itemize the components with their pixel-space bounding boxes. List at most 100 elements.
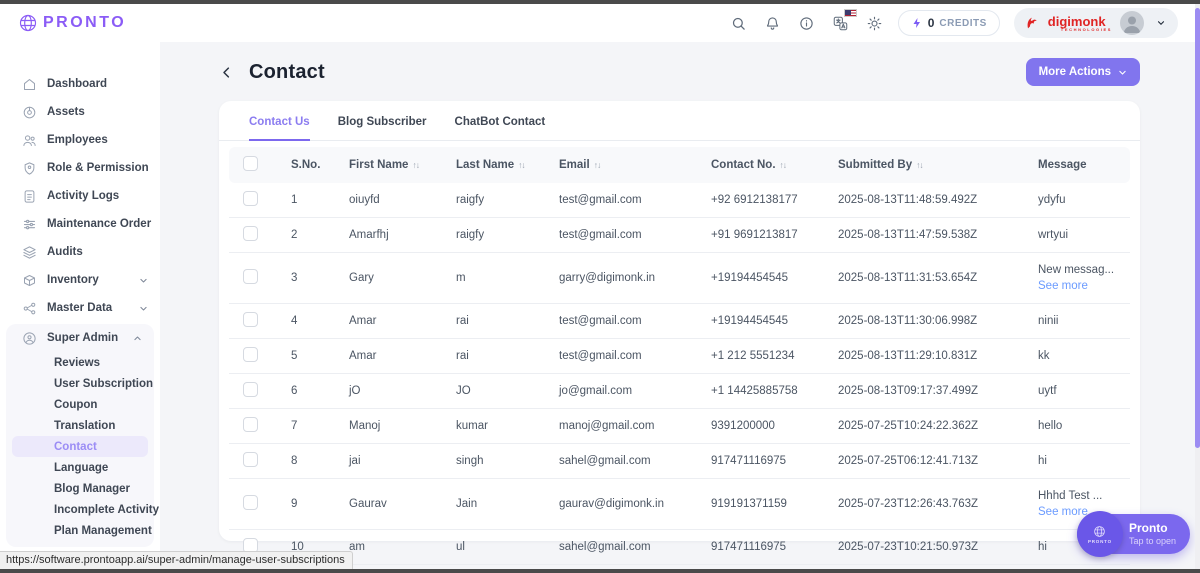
sidebar-item-maintenance-order[interactable]: Maintenance Order bbox=[0, 210, 160, 238]
cell-message: hello bbox=[1024, 409, 1130, 444]
more-actions-button[interactable]: More Actions bbox=[1026, 58, 1140, 86]
row-checkbox[interactable] bbox=[243, 382, 258, 397]
us-flag-badge bbox=[844, 9, 857, 17]
row-select-cell bbox=[229, 479, 277, 530]
row-checkbox[interactable] bbox=[243, 269, 258, 284]
see-more-link[interactable]: See more bbox=[1038, 280, 1122, 292]
sidebar-subitem-blog-manager[interactable]: Blog Manager bbox=[12, 478, 148, 499]
cell-last-name: singh bbox=[442, 444, 545, 479]
pronto-globe-icon bbox=[1093, 525, 1106, 538]
row-select-cell bbox=[229, 339, 277, 374]
bell-icon[interactable] bbox=[764, 14, 782, 32]
back-button[interactable] bbox=[219, 63, 237, 81]
chat-logo[interactable]: PRONTO bbox=[1077, 511, 1123, 557]
sidebar-item-assets[interactable]: Assets bbox=[0, 98, 160, 126]
maintenance-icon bbox=[22, 217, 37, 232]
sidebar-item-super-admin[interactable]: Super Admin bbox=[6, 324, 154, 352]
scrollbar-thumb[interactable] bbox=[1195, 8, 1200, 448]
sidebar-item-dashboard[interactable]: Dashboard bbox=[0, 70, 160, 98]
cell-submitted: 2025-07-25T10:24:22.362Z bbox=[824, 409, 1024, 444]
cell-last-name: rai bbox=[442, 339, 545, 374]
sidebar-item-activity-logs[interactable]: Activity Logs bbox=[0, 182, 160, 210]
sidebar-subitem-user-subscription[interactable]: User Subscription bbox=[12, 373, 148, 394]
sidebar-item-inventory[interactable]: Inventory bbox=[0, 266, 160, 294]
cell-email: sahel@gmail.com bbox=[545, 530, 697, 565]
cell-last-name: rai bbox=[442, 304, 545, 339]
sort-icon[interactable]: ↑↓ bbox=[916, 160, 923, 170]
column-header[interactable]: Email↑↓ bbox=[545, 147, 697, 183]
cell-email: sahel@gmail.com bbox=[545, 444, 697, 479]
column-header[interactable]: Last Name↑↓ bbox=[442, 147, 545, 183]
chat-launcher[interactable]: Pronto Tap to open PRONTO bbox=[1077, 513, 1190, 555]
employees-icon bbox=[22, 133, 37, 148]
sidebar-subitem-plan-management[interactable]: Plan Management bbox=[12, 520, 148, 541]
table-row: 3Garymgarry@digimonk.in+191944545452025-… bbox=[229, 253, 1130, 304]
chevron-left-icon bbox=[219, 65, 234, 80]
sidebar-item-master-data[interactable]: Master Data bbox=[0, 294, 160, 322]
avatar[interactable] bbox=[1120, 11, 1144, 35]
sidebar-subitem-language[interactable]: Language bbox=[12, 457, 148, 478]
sidebar-subitem-translation[interactable]: Translation bbox=[12, 415, 148, 436]
main-content: Contact More Actions Contact UsBlog Subs… bbox=[160, 42, 1200, 569]
column-header[interactable]: First Name↑↓ bbox=[335, 147, 442, 183]
column-header: Message bbox=[1024, 147, 1130, 183]
select-all-checkbox[interactable] bbox=[243, 156, 258, 171]
app-logo[interactable]: PRONTO bbox=[18, 13, 126, 33]
cell-first-name: jO bbox=[335, 374, 442, 409]
cell-submitted: 2025-08-13T11:30:06.998Z bbox=[824, 304, 1024, 339]
info-icon[interactable] bbox=[798, 14, 816, 32]
superadmin-icon bbox=[22, 331, 37, 346]
row-checkbox[interactable] bbox=[243, 495, 258, 510]
column-header[interactable]: Contact No.↑↓ bbox=[697, 147, 824, 183]
table-row: 7Manojkumarmanoj@gmail.com93912000002025… bbox=[229, 409, 1130, 444]
cell-message: uytf bbox=[1024, 374, 1130, 409]
cell-sno: 6 bbox=[277, 374, 335, 409]
logo-text: PRONTO bbox=[43, 14, 126, 32]
sidebar-item-employees[interactable]: Employees bbox=[0, 126, 160, 154]
cell-first-name: Amar bbox=[335, 339, 442, 374]
cell-email: test@gmail.com bbox=[545, 218, 697, 253]
tab-chatbot-contact[interactable]: ChatBot Contact bbox=[455, 116, 546, 141]
tab-contact-us[interactable]: Contact Us bbox=[249, 116, 310, 141]
row-checkbox[interactable] bbox=[243, 452, 258, 467]
tab-blog-subscriber[interactable]: Blog Subscriber bbox=[338, 116, 427, 141]
theme-icon[interactable] bbox=[866, 14, 884, 32]
cell-submitted: 2025-08-13T11:31:53.654Z bbox=[824, 253, 1024, 304]
table-row: 2Amarfhjraigfytest@gmail.com+91 96912138… bbox=[229, 218, 1130, 253]
cell-email: test@gmail.com bbox=[545, 304, 697, 339]
translate-icon[interactable] bbox=[832, 14, 850, 32]
sidebar-subitem-contact[interactable]: Contact bbox=[12, 436, 148, 457]
cell-last-name: kumar bbox=[442, 409, 545, 444]
cell-sno: 9 bbox=[277, 479, 335, 530]
column-header[interactable]: Submitted By↑↓ bbox=[824, 147, 1024, 183]
sort-icon[interactable]: ↑↓ bbox=[412, 160, 419, 170]
row-checkbox[interactable] bbox=[243, 417, 258, 432]
row-checkbox[interactable] bbox=[243, 312, 258, 327]
sidebar-subitem-reviews[interactable]: Reviews bbox=[12, 352, 148, 373]
sidebar-subitem-incomplete-activity[interactable]: Incomplete Activity bbox=[12, 499, 148, 520]
credits-badge[interactable]: 0 CREDITS bbox=[898, 10, 1000, 36]
column-header: S.No. bbox=[277, 147, 335, 183]
sort-icon[interactable]: ↑↓ bbox=[594, 160, 601, 170]
chevron-down-icon[interactable] bbox=[1152, 14, 1170, 32]
row-checkbox[interactable] bbox=[243, 226, 258, 241]
account-menu[interactable]: digimonk TECHNOLOGIES bbox=[1014, 8, 1178, 38]
cell-first-name: Gaurav bbox=[335, 479, 442, 530]
sort-icon[interactable]: ↑↓ bbox=[780, 160, 787, 170]
cell-submitted: 2025-08-13T11:48:59.492Z bbox=[824, 183, 1024, 218]
search-icon[interactable] bbox=[730, 14, 748, 32]
row-checkbox[interactable] bbox=[243, 347, 258, 362]
cell-email: gaurav@digimonk.in bbox=[545, 479, 697, 530]
page-scrollbar[interactable] bbox=[1195, 4, 1200, 569]
window-frame-bottom bbox=[0, 569, 1200, 573]
sort-icon[interactable]: ↑↓ bbox=[518, 160, 525, 170]
cell-contact: 917471116975 bbox=[697, 530, 824, 565]
cell-contact: +91 9691213817 bbox=[697, 218, 824, 253]
sidebar-item-audits[interactable]: Audits bbox=[0, 238, 160, 266]
sidebar-item-role-permission[interactable]: Role & Permission bbox=[0, 154, 160, 182]
sidebar-subitem-coupon[interactable]: Coupon bbox=[12, 394, 148, 415]
row-checkbox[interactable] bbox=[243, 191, 258, 206]
contact-card: Contact Us Blog Subscriber ChatBot Contact… bbox=[219, 101, 1140, 541]
cell-sno: 2 bbox=[277, 218, 335, 253]
digimonk-logo-icon bbox=[1024, 15, 1040, 31]
